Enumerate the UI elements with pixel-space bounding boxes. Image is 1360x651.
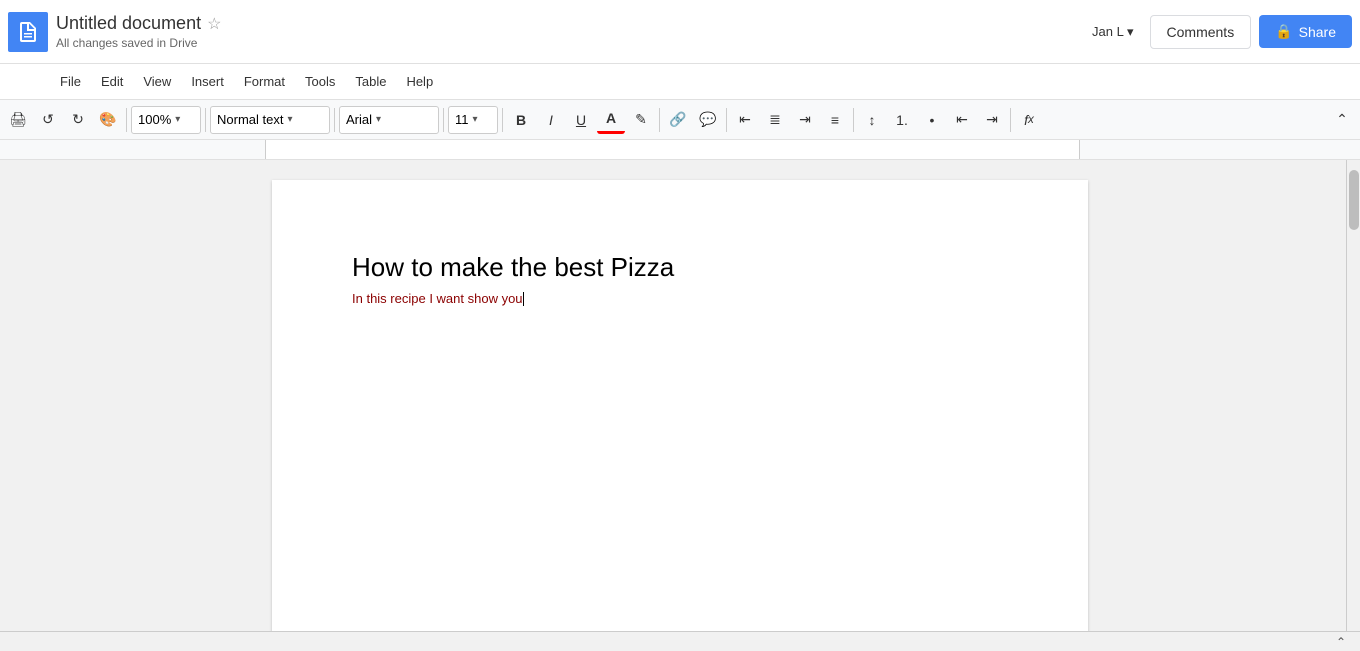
top-bar: Untitled document ☆ All changes saved in… [0, 0, 1360, 64]
underline-button[interactable]: U [567, 106, 595, 134]
menu-edit[interactable]: Edit [91, 70, 133, 93]
share-button[interactable]: 🔒 Share [1259, 15, 1352, 48]
ruler [0, 140, 1360, 160]
menu-insert[interactable]: Insert [181, 70, 234, 93]
title-area: Untitled document ☆ All changes saved in… [56, 13, 1092, 50]
scrollbar-left [0, 160, 14, 631]
app-icon [8, 12, 48, 52]
document-page[interactable]: How to make the best Pizza In this recip… [272, 180, 1088, 631]
bottom-bar: ⌃ [0, 631, 1360, 651]
increase-indent-button[interactable]: ⇥ [978, 106, 1006, 134]
menu-tools[interactable]: Tools [295, 70, 345, 93]
line-spacing-button[interactable]: ↕ [858, 106, 886, 134]
comment-button[interactable]: 💬 [694, 106, 722, 134]
align-right-button[interactable]: ⇥ [791, 106, 819, 134]
separator-1 [126, 108, 127, 132]
separator-8 [853, 108, 854, 132]
doc-title: Untitled document ☆ [56, 13, 1092, 34]
document-body[interactable]: In this recipe I want show you [352, 291, 1008, 306]
bold-button[interactable]: B [507, 106, 535, 134]
doc-title-text[interactable]: Untitled document [56, 13, 201, 34]
style-dropdown[interactable]: Normal text ▾ [210, 106, 330, 134]
text-color-button[interactable]: A [597, 106, 625, 134]
numbered-list-button[interactable]: 1. [888, 106, 916, 134]
zoom-dropdown[interactable]: 100% ▾ [131, 106, 201, 134]
separator-5 [502, 108, 503, 132]
highlight-button[interactable]: ✎ [627, 106, 655, 134]
undo-button[interactable]: ↺ [34, 106, 62, 134]
align-center-button[interactable]: ≣ [761, 106, 789, 134]
doc-area[interactable]: How to make the best Pizza In this recip… [0, 160, 1360, 631]
menu-bar: File Edit View Insert Format Tools Table… [0, 64, 1360, 100]
lock-icon: 🔒 [1275, 23, 1292, 40]
collapse-button[interactable]: ⌃ [1336, 635, 1346, 649]
zoom-value: 100% [138, 112, 171, 127]
separator-2 [205, 108, 206, 132]
separator-3 [334, 108, 335, 132]
decrease-indent-button[interactable]: ⇤ [948, 106, 976, 134]
style-value: Normal text [217, 112, 283, 127]
menu-format[interactable]: Format [234, 70, 295, 93]
share-label: Share [1299, 24, 1336, 40]
align-justify-button[interactable]: ≡ [821, 106, 849, 134]
separator-4 [443, 108, 444, 132]
separator-6 [659, 108, 660, 132]
toolbar: 🖨 ↺ ↻ 🎨 100% ▾ Normal text ▾ Arial ▾ 11 … [0, 100, 1360, 140]
bullet-list-button[interactable]: • [918, 106, 946, 134]
user-info[interactable]: Jan L ▾ [1092, 24, 1133, 40]
paint-format-button[interactable]: 🎨 [94, 106, 122, 134]
collapse-toolbar-button[interactable]: ⌃ [1328, 106, 1356, 134]
fontsize-value: 11 [455, 112, 469, 127]
font-dropdown[interactable]: Arial ▾ [339, 106, 439, 134]
separator-7 [726, 108, 727, 132]
font-value: Arial [346, 112, 372, 127]
ruler-inner [265, 140, 1080, 160]
save-status: All changes saved in Drive [56, 36, 1092, 50]
formula-button[interactable]: fx [1015, 106, 1043, 134]
fontsize-dropdown[interactable]: 11 ▾ [448, 106, 498, 134]
scrollbar-right[interactable] [1346, 160, 1360, 631]
align-left-button[interactable]: ⇤ [731, 106, 759, 134]
scrollbar-thumb[interactable] [1349, 170, 1359, 230]
menu-view[interactable]: View [133, 70, 181, 93]
star-icon[interactable]: ☆ [207, 14, 221, 34]
body-text: In this recipe I want show you [352, 291, 523, 306]
document-heading[interactable]: How to make the best Pizza [352, 252, 1008, 283]
user-name: Jan L [1092, 24, 1123, 39]
user-dropdown-arrow: ▾ [1127, 24, 1134, 39]
top-actions: Jan L ▾ Comments 🔒 Share [1092, 15, 1352, 49]
zoom-arrow: ▾ [175, 114, 180, 125]
page-container[interactable]: How to make the best Pizza In this recip… [14, 160, 1346, 631]
menu-help[interactable]: Help [396, 70, 443, 93]
print-button[interactable]: 🖨 [4, 106, 32, 134]
italic-button[interactable]: I [537, 106, 565, 134]
redo-button[interactable]: ↻ [64, 106, 92, 134]
style-arrow: ▾ [287, 114, 292, 125]
separator-9 [1010, 108, 1011, 132]
font-arrow: ▾ [376, 114, 381, 125]
text-cursor [523, 292, 524, 306]
menu-file[interactable]: File [50, 70, 91, 93]
fontsize-arrow: ▾ [473, 114, 478, 125]
link-button[interactable]: 🔗 [664, 106, 692, 134]
comments-button[interactable]: Comments [1150, 15, 1252, 49]
menu-table[interactable]: Table [345, 70, 396, 93]
